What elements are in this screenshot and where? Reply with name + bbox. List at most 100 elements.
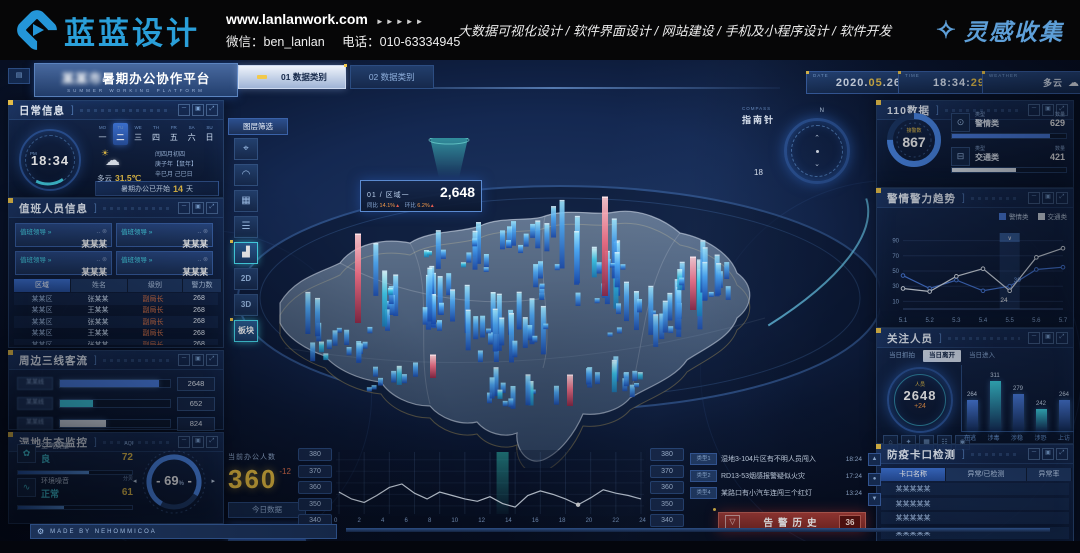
noise-icon: ∿ <box>17 478 36 497</box>
checkpoint-row[interactable]: 某某某某某0/890% <box>881 498 1069 510</box>
today-data-button[interactable]: 今日数据 <box>228 502 306 518</box>
inspiration-collect[interactable]: ✧ 灵感收集 <box>936 13 1064 47</box>
close-icon[interactable]: ‥ ⊗ <box>197 256 208 263</box>
weekday-cell[interactable]: TH四 <box>148 123 163 145</box>
minimize-icon[interactable]: － <box>178 202 190 214</box>
chart-tool-icon[interactable]: ▟ <box>234 242 258 264</box>
locate-tool-icon[interactable]: ⌖ <box>234 138 258 160</box>
alert-row[interactable]: 类型4某路口有小汽车连闯三个红灯13:24 <box>690 486 862 500</box>
table-row[interactable]: 某某区张某某副局长268 <box>14 293 218 305</box>
flow-bar-fill <box>60 400 93 407</box>
map-mode-button[interactable]: 3D <box>234 294 258 316</box>
flow-label: 某某线 <box>17 397 53 410</box>
weekday-cell[interactable]: FR五 <box>166 123 181 145</box>
website-link[interactable]: www.lanlanwork.com <box>226 11 368 27</box>
list-tool-icon[interactable]: ☰ <box>234 216 258 238</box>
window-icon[interactable]: ▣ <box>192 104 204 116</box>
gauge-left-arrow[interactable]: ◂ <box>133 477 137 485</box>
focus-bar-categories: 在逃涉毒涉稳涉恐上访 <box>961 433 1073 442</box>
map-mode-button[interactable]: 2D <box>234 268 258 290</box>
gauge-right-arrow[interactable]: ▸ <box>211 477 215 485</box>
close-icon[interactable]: ‥ ⊗ <box>96 228 107 235</box>
map-mode-button[interactable]: 板块 <box>234 320 258 342</box>
table-header-cell[interactable]: 异常率 <box>1027 468 1072 481</box>
expand-icon[interactable]: ⤢ <box>206 202 218 214</box>
compass-ring[interactable]: ⌃ ⌄ <box>784 118 850 184</box>
eco-progress <box>17 505 133 510</box>
focus-tab[interactable]: 当日离开 <box>923 350 961 362</box>
menu-icon[interactable]: ▤ <box>8 68 30 84</box>
table-header-cell[interactable]: 级别 <box>128 279 183 292</box>
window-icon[interactable]: ▣ <box>192 202 204 214</box>
topbar-tab[interactable]: 01 数据类别 <box>238 65 346 89</box>
minimize-icon[interactable]: － <box>178 354 190 366</box>
header-contact-info: www.lanlanwork.com►►►►► 微信：ben_lanlan 电话… <box>226 11 474 50</box>
weekday-cell[interactable]: MO一 <box>95 123 110 145</box>
table-row[interactable]: 某某区王某某副局长268 <box>14 328 218 340</box>
date-label: DATE <box>813 73 829 78</box>
scroll-up-icon[interactable]: ▲ <box>868 453 881 466</box>
legend-item[interactable]: 交通类 <box>1038 211 1068 221</box>
bar-category-label: 涉毒 <box>987 433 999 442</box>
table-row[interactable]: 某某区张某某副局长268 <box>14 316 218 328</box>
alert-history-label: 告警历史 <box>746 515 839 529</box>
focus-tabs: 当日抓拍当日离开当日进入 <box>883 350 1001 362</box>
layer-filter-title: 图层筛选 <box>228 118 288 135</box>
table-header-cell[interactable]: 姓名 <box>71 279 128 292</box>
table-header-cell[interactable]: 区域 <box>14 279 71 292</box>
yaxis-tick-box: 340 <box>650 514 684 527</box>
focus-tab[interactable]: 当日进入 <box>963 350 1001 362</box>
weekday-cell[interactable]: SA六 <box>184 123 199 145</box>
focus-tab[interactable]: 当日抓拍 <box>883 350 921 362</box>
panel-passenger-flow: 周边三线客流]－▣⤢ 某某线2648某某线652某某线824 <box>8 350 224 430</box>
duty-leader-card[interactable]: 值班领导 »‥ ⊗某某某 <box>116 251 213 275</box>
close-icon[interactable]: ‥ ⊗ <box>96 256 107 263</box>
close-icon[interactable]: ‥ ⊗ <box>197 228 208 235</box>
expand-icon[interactable]: ⤢ <box>1056 448 1068 460</box>
checkpoint-table-header: 卡口名称异常/已检测异常率 <box>881 468 1072 481</box>
scroll-down-icon[interactable]: ▼ <box>868 493 881 506</box>
expand-icon[interactable]: ⤢ <box>1056 192 1068 204</box>
alert-row[interactable]: 类型2RD13-53烟感报警疑似火灾17:24 <box>690 469 862 483</box>
xaxis-tick: 10 <box>451 518 458 524</box>
window-icon[interactable]: ▣ <box>1042 448 1054 460</box>
minimize-icon[interactable]: － <box>1028 192 1040 204</box>
panel-title: 防疫卡口检测 <box>887 447 956 462</box>
checkpoint-row[interactable]: 某某某某某0/890% <box>881 512 1069 524</box>
alert-row[interactable]: 类型1湿地3-104片区有不明人员闯入18:24 <box>690 452 862 466</box>
bar-column: 264 <box>965 392 979 431</box>
duty-leader-card[interactable]: 值班领导 »‥ ⊗某某某 <box>15 223 112 247</box>
minimize-icon[interactable]: － <box>178 104 190 116</box>
scroll-indicator-icon[interactable]: ● <box>868 473 881 486</box>
expand-icon[interactable]: ⤢ <box>206 104 218 116</box>
table-header-cell[interactable]: 卡口名称 <box>881 468 946 481</box>
table-row[interactable]: 某某区张某某副局长268 <box>14 339 218 345</box>
duty-leader-card[interactable]: 值班领导 »‥ ⊗某某某 <box>116 223 213 247</box>
weekday-cell[interactable]: TU二 <box>113 123 128 145</box>
checkpoint-row[interactable]: 某某某某某0/3110% <box>881 483 1069 495</box>
weekday-cell[interactable]: SU日 <box>202 123 217 145</box>
weekday-cell[interactable]: WE三 <box>131 123 146 145</box>
minimize-icon[interactable]: － <box>1028 332 1040 344</box>
minimize-icon[interactable]: － <box>1028 448 1040 460</box>
table-header-cell[interactable]: 异常/已检测 <box>946 468 1027 481</box>
signal-tool-icon[interactable]: ◠ <box>234 164 258 186</box>
window-icon[interactable]: ▣ <box>192 354 204 366</box>
compass-north: N <box>820 108 824 114</box>
legend-item[interactable]: 警情类 <box>999 211 1029 221</box>
header-divider <box>971 453 1020 456</box>
arrows-decoration: ►►►►► <box>376 17 426 26</box>
expand-icon[interactable]: ⤢ <box>1056 332 1068 344</box>
window-icon[interactable]: ▣ <box>1042 192 1054 204</box>
xaxis-tick: 8 <box>428 518 431 524</box>
table-header-cell[interactable]: 警力数 <box>183 279 222 292</box>
star-icon: ✧ <box>936 16 958 45</box>
duty-leader-cards: 值班领导 »‥ ⊗某某某值班领导 »‥ ⊗某某某值班领导 »‥ ⊗某某某值班领导… <box>15 223 217 275</box>
grid-tool-icon[interactable]: ▦ <box>234 190 258 212</box>
topbar-tab[interactable]: 02 数据类别 <box>350 65 434 89</box>
duty-leader-card[interactable]: 值班领导 »‥ ⊗某某某 <box>15 251 112 275</box>
alarm-type-row: ⊟类型交通类数量421 <box>951 145 1067 175</box>
table-row[interactable]: 某某区王某某副局长268 <box>14 305 218 317</box>
expand-icon[interactable]: ⤢ <box>206 354 218 366</box>
window-icon[interactable]: ▣ <box>1042 332 1054 344</box>
